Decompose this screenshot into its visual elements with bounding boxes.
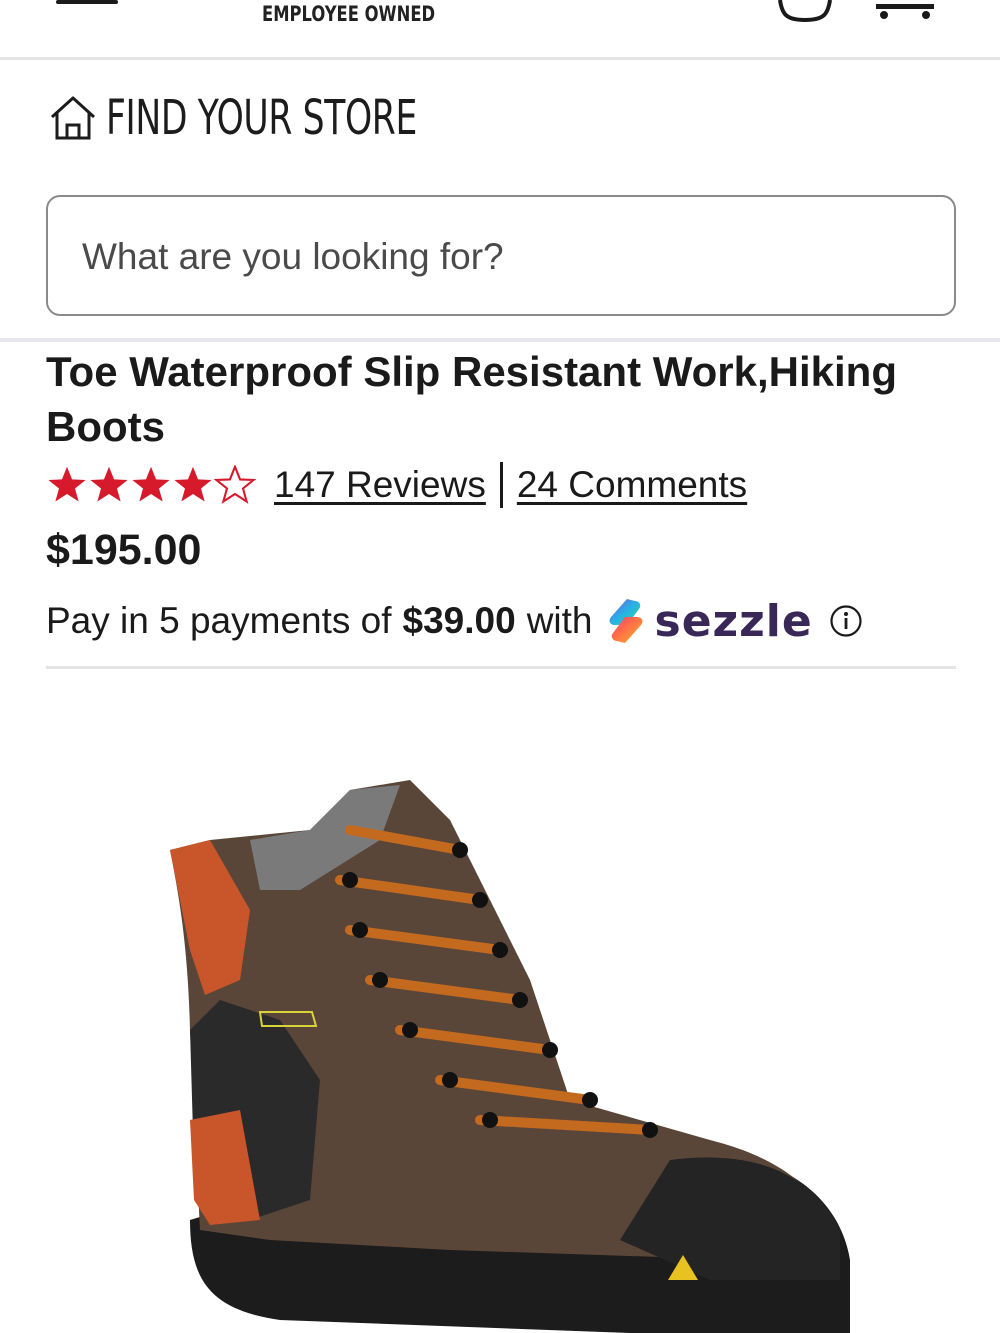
star-filled-icon	[174, 466, 212, 502]
rating-row: 147 Reviews 24 Comments	[46, 460, 747, 510]
header-divider	[0, 338, 1000, 342]
installment-suffix: with	[526, 600, 593, 641]
employee-owned-tagline: EMPLOYEE OWNED	[262, 2, 436, 26]
sezzle-brand-text: sezzle	[654, 595, 813, 647]
hiking-boot-image[interactable]	[150, 780, 850, 1333]
search-box[interactable]	[46, 195, 956, 316]
star-filled-icon	[48, 466, 86, 502]
comments-link[interactable]: 24 Comments	[517, 464, 747, 506]
reviews-link[interactable]: 147 Reviews	[274, 464, 486, 506]
hamburger-menu-icon[interactable]	[56, 0, 118, 8]
search-input[interactable]	[82, 227, 902, 287]
installment-prefix: Pay in 5 payments of	[46, 600, 392, 641]
installment-row: Pay in 5 payments of $39.00 with sezzle	[46, 595, 863, 647]
star-rating[interactable]	[46, 465, 256, 505]
product-title: Toe Waterproof Slip Resistant Work,Hikin…	[46, 348, 897, 450]
rating-separator	[499, 462, 503, 508]
product-price: $195.00	[46, 526, 202, 574]
installment-amount: $39.00	[402, 600, 516, 641]
info-icon[interactable]	[829, 604, 863, 638]
find-your-store-label: FIND YOUR STORE	[106, 90, 417, 146]
price-divider	[46, 666, 956, 669]
site-header: EMPLOYEE OWNED	[0, 0, 1000, 60]
home-icon	[50, 96, 96, 140]
star-filled-icon	[132, 466, 170, 502]
star-filled-icon	[90, 466, 128, 502]
find-your-store-link[interactable]: FIND YOUR STORE	[48, 90, 538, 146]
shopping-cart-icon[interactable]	[874, 0, 936, 22]
sezzle-logo-icon	[609, 599, 642, 643]
star-empty-icon	[214, 465, 256, 504]
user-account-icon[interactable]	[776, 0, 834, 22]
